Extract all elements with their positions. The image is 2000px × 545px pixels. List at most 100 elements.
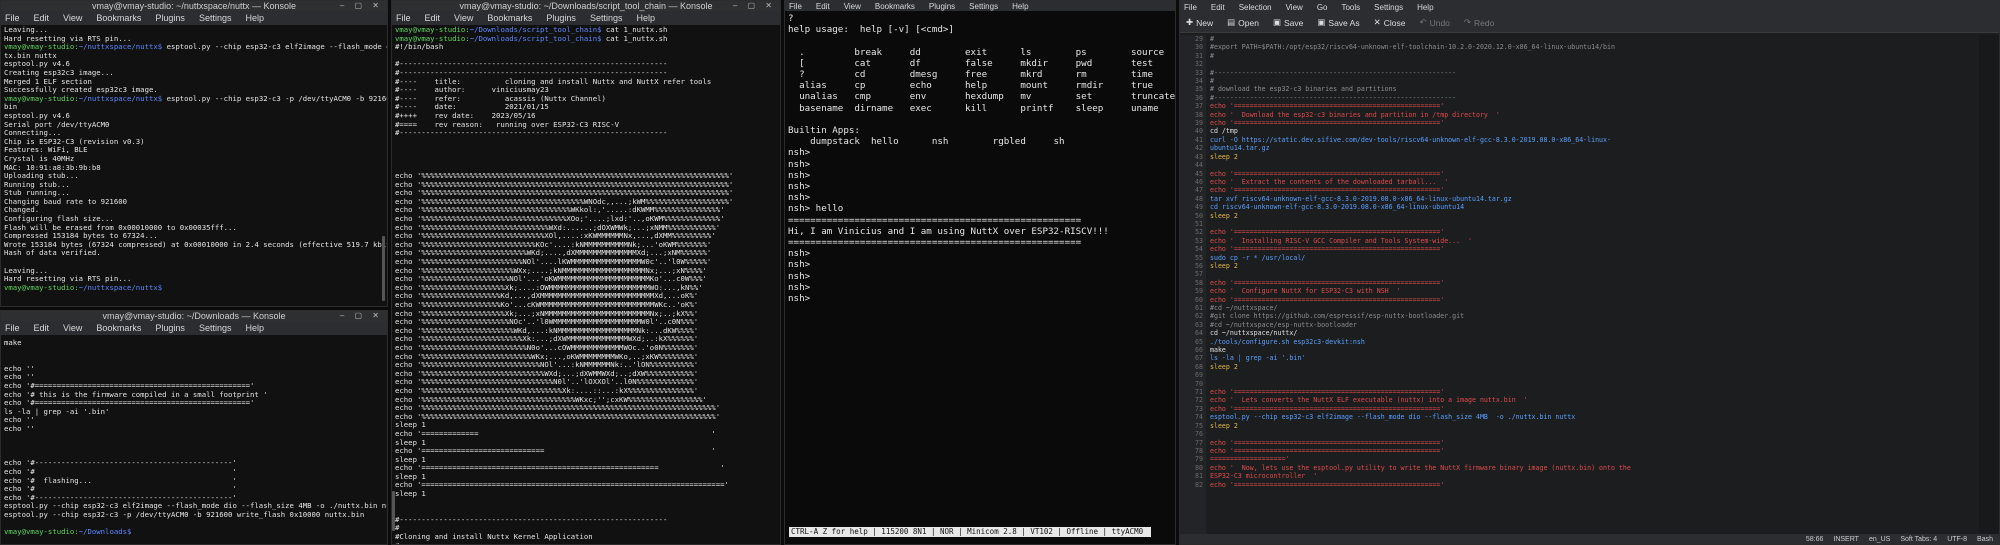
menu-item-help[interactable]: Help: [245, 13, 264, 23]
status-item[interactable]: INSERT: [1833, 536, 1859, 543]
menu-item-settings[interactable]: Settings: [1374, 3, 1403, 12]
terminal-line: vmay@vmay-studio:~/Downloads/script_tool…: [395, 33, 668, 43]
open-button[interactable]: ▤ Open: [1227, 17, 1259, 28]
menu-item-plugins[interactable]: Plugins: [155, 13, 185, 23]
menu-item-edit[interactable]: Edit: [816, 2, 830, 11]
menu-item-help[interactable]: Help: [1012, 2, 1028, 11]
code-area[interactable]: # #export PATH=$PATH:/opt/esp32/riscv64-u…: [1206, 35, 1979, 534]
menu-item-help[interactable]: Help: [636, 13, 655, 23]
menu-item-plugins[interactable]: Plugins: [155, 323, 185, 333]
menu-item-help[interactable]: Help: [1417, 3, 1433, 12]
scrollbar[interactable]: [382, 236, 385, 301]
menu-bar[interactable]: File Edit View Bookmarks Plugins Settings Help: [392, 11, 780, 25]
terminal-line: echo '==================================…: [395, 480, 734, 490]
save-as-button[interactable]: ▣ Save As: [1317, 17, 1359, 28]
terminal-output[interactable]: vmay@vmay-studio:~/Downloads/script_tool…: [392, 25, 780, 544]
menu-item-selection[interactable]: Selection: [1239, 3, 1272, 12]
menu-bar[interactable]: File Edit View Bookmarks Plugins Settings Help: [785, 1, 1175, 11]
editor-toolbar[interactable]: ✚ New ▤ Open ▣ Save ▣ Save As ✕ Close ↶ Undo ↷ Redo: [1180, 13, 1999, 33]
menu-item-file[interactable]: File: [1184, 3, 1197, 12]
code-line: #: [1210, 35, 1214, 43]
menu-item-view[interactable]: View: [454, 13, 473, 23]
window-controls[interactable]: – ▢ ✕: [733, 1, 776, 11]
code-line: sleep 2: [1210, 152, 1238, 161]
terminal-line: nsh>: [788, 147, 811, 159]
window-title-bar[interactable]: vmay@vmay-studio: ~/Downloads/script_too…: [392, 1, 780, 11]
menu-item-view[interactable]: View: [844, 2, 861, 11]
menu-item-file[interactable]: File: [5, 13, 20, 23]
menu-item-plugins[interactable]: Plugins: [929, 2, 955, 11]
konsole-window-script-tool-chain[interactable]: vmay@vmay-studio: ~/Downloads/script_too…: [391, 0, 781, 545]
terminal-line: Builtin Apps:: [788, 125, 860, 137]
terminal-line: nsh>: [788, 181, 811, 193]
new-button[interactable]: ✚ New: [1186, 17, 1213, 28]
menu-item-view[interactable]: View: [1286, 3, 1303, 12]
code-editor[interactable]: 29 30 31 32 33 34 35 36 37 38 39 40 41 4…: [1180, 35, 1979, 534]
window-title-bar[interactable]: vmay@vmay-studio: ~/Downloads — Konsole –…: [1, 311, 387, 321]
terminal-line: #---------------------------------------…: [395, 128, 668, 138]
window-controls[interactable]: – ▢ ✕: [340, 311, 383, 321]
terminal-line: help usage: help [-v] [<cmd>]: [788, 24, 954, 36]
scrollbar[interactable]: [392, 491, 395, 531]
menu-item-tools[interactable]: Tools: [1341, 3, 1360, 12]
menu-item-settings[interactable]: Settings: [969, 2, 998, 11]
konsole-window-downloads[interactable]: vmay@vmay-studio: ~/Downloads — Konsole –…: [0, 310, 388, 545]
menu-item-file[interactable]: File: [789, 2, 802, 11]
menu-bar[interactable]: File Edit View Bookmarks Plugins Settings Help: [1, 321, 387, 335]
undo-icon: ↶: [1419, 17, 1427, 27]
menu-item-help[interactable]: Help: [245, 323, 264, 333]
status-item[interactable]: UTF-8: [1947, 536, 1967, 543]
code-line: echo '==================================…: [1210, 119, 1445, 128]
redo-button[interactable]: ↷ Redo: [1464, 17, 1494, 28]
save-button[interactable]: ▣ Save: [1273, 17, 1303, 28]
menu-item-plugins[interactable]: Plugins: [546, 13, 576, 23]
terminal-line: ?: [788, 13, 794, 24]
terminal-line: dumpstack hello nsh rgbled sh: [788, 136, 1065, 148]
window-title-bar[interactable]: vmay@vmay-studio: ~/nuttxspace/nuttx — K…: [1, 1, 387, 11]
terminal-line: #!/bin/bash: [395, 42, 444, 52]
code-line: echo '==================================…: [1210, 228, 1445, 237]
menu-item-edit[interactable]: Edit: [34, 323, 50, 333]
text-editor-window[interactable]: File Edit Selection View Go Tools Settings Help…: [1179, 0, 2000, 545]
menu-item-settings[interactable]: Settings: [199, 13, 232, 23]
menu-item-edit[interactable]: Edit: [34, 13, 50, 23]
terminal-line: vmay@vmay-studio:~/nuttxspace/nuttx$: [4, 282, 163, 292]
menu-item-edit[interactable]: Edit: [425, 13, 441, 23]
minicom-output[interactable]: ? help usage: help [-v] [<cmd>] . break d…: [785, 11, 1175, 305]
menu-item-view[interactable]: View: [63, 323, 82, 333]
menu-bar[interactable]: File Edit View Bookmarks Plugins Settings Help: [1, 11, 387, 25]
menu-item-file[interactable]: File: [396, 13, 411, 23]
menu-item-file[interactable]: File: [5, 323, 20, 333]
menu-item-bookmarks[interactable]: Bookmarks: [96, 13, 141, 23]
menu-item-edit[interactable]: Edit: [1211, 3, 1225, 12]
terminal-line: ls -la | grep -ai '.bin': [4, 406, 110, 416]
code-line: curl -O https://static.dev.sifive.com/de…: [1210, 135, 1611, 144]
minimap[interactable]: [1979, 35, 1999, 534]
close-button[interactable]: ✕ Close: [1374, 17, 1406, 28]
menu-item-settings[interactable]: Settings: [199, 323, 232, 333]
code-line: echo '==================================…: [1210, 438, 1445, 447]
konsole-window-nuttx[interactable]: vmay@vmay-studio: ~/nuttxspace/nuttx — K…: [0, 0, 388, 307]
status-item[interactable]: 58:66: [1806, 536, 1824, 543]
undo-button[interactable]: ↶ Undo: [1419, 17, 1449, 28]
code-line: ./tools/configure.sh esp32c3-devkit:nsh: [1210, 337, 1365, 346]
menu-item-go[interactable]: Go: [1317, 3, 1328, 12]
terminal-line: ========================================…: [788, 214, 1082, 226]
window-controls[interactable]: – ▢ ✕: [340, 1, 383, 11]
terminal-output[interactable]: Leaving... Hard resetting via RTS pin... v…: [1, 25, 387, 293]
status-item[interactable]: Bash: [1977, 536, 1993, 543]
status-item[interactable]: Soft Tabs: 4: [1900, 536, 1937, 543]
terminal-line: vmay@vmay-studio:~/Downloads$: [4, 527, 132, 537]
editor-menu-bar[interactable]: File Edit Selection View Go Tools Settings Help: [1180, 1, 1999, 13]
menu-item-bookmarks[interactable]: Bookmarks: [487, 13, 532, 23]
menu-item-view[interactable]: View: [63, 13, 82, 23]
konsole-window-minicom[interactable]: File Edit View Bookmarks Plugins Settings Help…: [784, 0, 1176, 545]
status-item[interactable]: en_US: [1869, 536, 1890, 543]
menu-item-settings[interactable]: Settings: [590, 13, 623, 23]
menu-item-bookmarks[interactable]: Bookmarks: [875, 2, 915, 11]
terminal-output[interactable]: make echo '' echo '' echo '#==============…: [1, 335, 387, 538]
menu-item-bookmarks[interactable]: Bookmarks: [96, 323, 141, 333]
